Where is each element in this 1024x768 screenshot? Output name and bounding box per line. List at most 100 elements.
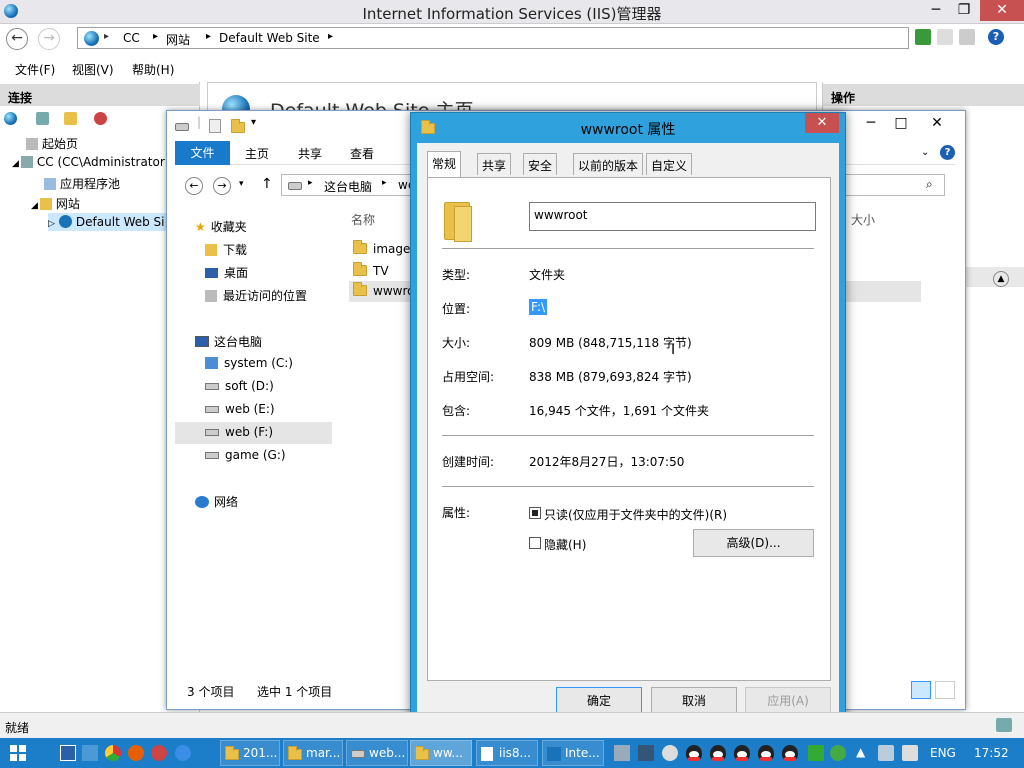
- qq-icon[interactable]: [686, 745, 702, 761]
- up-folder-icon[interactable]: [64, 112, 77, 125]
- forward-button[interactable]: →: [38, 28, 60, 50]
- nav-drive-f[interactable]: web (F:): [175, 422, 332, 444]
- qq-icon[interactable]: [734, 745, 750, 761]
- column-header-size[interactable]: 大小: [851, 211, 875, 228]
- crumb-sites[interactable]: 网站: [166, 31, 190, 48]
- readonly-checkbox[interactable]: [529, 507, 541, 519]
- nav-drive-g[interactable]: game (G:): [205, 448, 286, 462]
- collapse-icon[interactable]: ▲: [993, 271, 1009, 287]
- ie-icon[interactable]: [175, 745, 191, 761]
- tray-app-icon[interactable]: [638, 745, 654, 761]
- refresh-icon[interactable]: [915, 29, 931, 45]
- explorer-minimize-button[interactable]: ─: [857, 113, 885, 134]
- nav-drive-c[interactable]: system (C:): [205, 356, 293, 370]
- home-icon[interactable]: [959, 29, 975, 45]
- collapse-arrow-icon[interactable]: ▷: [48, 219, 55, 229]
- show-hidden-icons-icon[interactable]: ▲: [856, 745, 865, 759]
- tray-app-icon[interactable]: [614, 745, 630, 761]
- clock[interactable]: 17:52: [974, 746, 1009, 760]
- nav-drive-e[interactable]: web (E:): [205, 402, 275, 416]
- new-folder-icon[interactable]: [231, 119, 245, 133]
- qat-dropdown-icon[interactable]: ▾: [251, 117, 256, 128]
- apply-button[interactable]: 应用(A): [745, 687, 831, 715]
- tab-sharing[interactable]: 共享: [477, 153, 512, 175]
- qq-icon[interactable]: [710, 745, 726, 761]
- connect-icon[interactable]: [4, 112, 17, 125]
- up-arrow-icon[interactable]: ↑: [261, 176, 273, 192]
- path-this-pc[interactable]: 这台电脑: [324, 178, 372, 195]
- taskbar-item-6[interactable]: Inte...: [542, 740, 604, 766]
- explorer-search-box[interactable]: ⌕: [845, 174, 945, 196]
- folder-name-input[interactable]: wwwroot: [529, 202, 816, 231]
- explorer-maximize-button[interactable]: □: [887, 113, 915, 134]
- column-header-name[interactable]: 名称: [351, 211, 375, 228]
- powershell-icon[interactable]: [82, 745, 98, 761]
- browser-icon[interactable]: [151, 745, 167, 761]
- ribbon-tab-home[interactable]: 主页: [245, 145, 269, 162]
- nav-favorites[interactable]: ★ 收藏夹: [195, 218, 247, 235]
- expand-arrow-icon[interactable]: ◢: [31, 201, 38, 211]
- file-row[interactable]: TV: [353, 262, 389, 278]
- back-button[interactable]: ←: [6, 28, 28, 50]
- menu-view[interactable]: 视图(V): [72, 61, 114, 78]
- nav-network[interactable]: 网络: [195, 493, 238, 510]
- explorer-close-button[interactable]: ✕: [923, 113, 951, 134]
- maximize-button[interactable]: ❐: [950, 0, 978, 21]
- tray-app-icon[interactable]: [662, 745, 678, 761]
- hidden-checkbox[interactable]: [529, 537, 541, 549]
- minimize-button[interactable]: ─: [922, 0, 950, 21]
- tree-sites[interactable]: ◢ 网站: [31, 195, 80, 212]
- dialog-close-button[interactable]: ✕: [805, 113, 839, 133]
- disconnect-icon[interactable]: [94, 112, 107, 125]
- explorer-forward-button[interactable]: →: [213, 177, 231, 195]
- address-bar[interactable]: ▸ CC ▸ 网站 ▸ Default Web Site ▸: [77, 27, 909, 49]
- nav-downloads[interactable]: 下载: [205, 241, 247, 258]
- taskbar-item-5[interactable]: iis8...: [476, 740, 538, 766]
- qq-icon[interactable]: [758, 745, 774, 761]
- hidden-label[interactable]: 隐藏(H): [544, 536, 586, 553]
- location-value[interactable]: F:\: [529, 299, 548, 315]
- explorer-back-button[interactable]: ←: [185, 177, 203, 195]
- ribbon-expand-icon[interactable]: ⌄: [921, 147, 929, 158]
- taskbar-item-4[interactable]: ww...: [410, 740, 472, 766]
- taskbar-item-3[interactable]: web...: [346, 740, 408, 766]
- ok-button[interactable]: 确定: [556, 687, 642, 715]
- ribbon-tab-view[interactable]: 查看: [350, 145, 374, 162]
- tree-server[interactable]: ◢ CC (CC\Administrator: [12, 155, 165, 169]
- tree-app-pools[interactable]: 应用程序池: [44, 175, 120, 192]
- firefox-icon[interactable]: [128, 745, 144, 761]
- explorer-address-bar[interactable]: ▸ 这台电脑 ▸ we: [281, 174, 415, 196]
- action-center-icon[interactable]: [902, 745, 918, 761]
- stop-icon[interactable]: [937, 29, 953, 45]
- nav-desktop[interactable]: 桌面: [205, 264, 248, 281]
- save-icon[interactable]: [36, 112, 49, 125]
- tab-general[interactable]: 常规: [427, 151, 462, 177]
- tray-app-icon[interactable]: [808, 745, 824, 761]
- menu-help[interactable]: 帮助(H): [132, 61, 174, 78]
- tree-start-page[interactable]: 起始页: [26, 135, 78, 152]
- ribbon-tab-file[interactable]: 文件: [175, 141, 230, 165]
- tab-previous-versions[interactable]: 以前的版本: [573, 153, 644, 175]
- nav-drive-d[interactable]: soft (D:): [205, 379, 274, 393]
- chrome-icon[interactable]: [105, 745, 121, 761]
- cancel-button[interactable]: 取消: [651, 687, 737, 715]
- nav-recent[interactable]: 最近访问的位置: [205, 287, 307, 304]
- tab-security[interactable]: 安全: [523, 153, 558, 175]
- nav-this-pc[interactable]: 这台电脑: [195, 333, 262, 350]
- recent-dropdown-icon[interactable]: ▾: [239, 179, 244, 189]
- advanced-button[interactable]: 高级(D)...: [693, 529, 814, 557]
- help-icon[interactable]: ?: [988, 29, 1004, 45]
- tab-customize[interactable]: 自定义: [646, 153, 693, 175]
- details-view-icon[interactable]: [911, 681, 931, 699]
- ribbon-tab-share[interactable]: 共享: [298, 145, 322, 162]
- tray-app-icon[interactable]: [830, 745, 846, 761]
- start-button[interactable]: [10, 745, 26, 761]
- server-manager-icon[interactable]: [60, 745, 76, 761]
- explorer-help-icon[interactable]: ?: [940, 145, 955, 160]
- qq-icon[interactable]: [782, 745, 798, 761]
- taskbar-item-2[interactable]: mar...: [283, 740, 343, 766]
- file-row[interactable]: images: [353, 240, 417, 256]
- crumb-default-web-site[interactable]: Default Web Site: [219, 31, 320, 45]
- readonly-label[interactable]: 只读(仅应用于文件夹中的文件)(R): [544, 506, 727, 523]
- expand-arrow-icon[interactable]: ◢: [12, 159, 19, 169]
